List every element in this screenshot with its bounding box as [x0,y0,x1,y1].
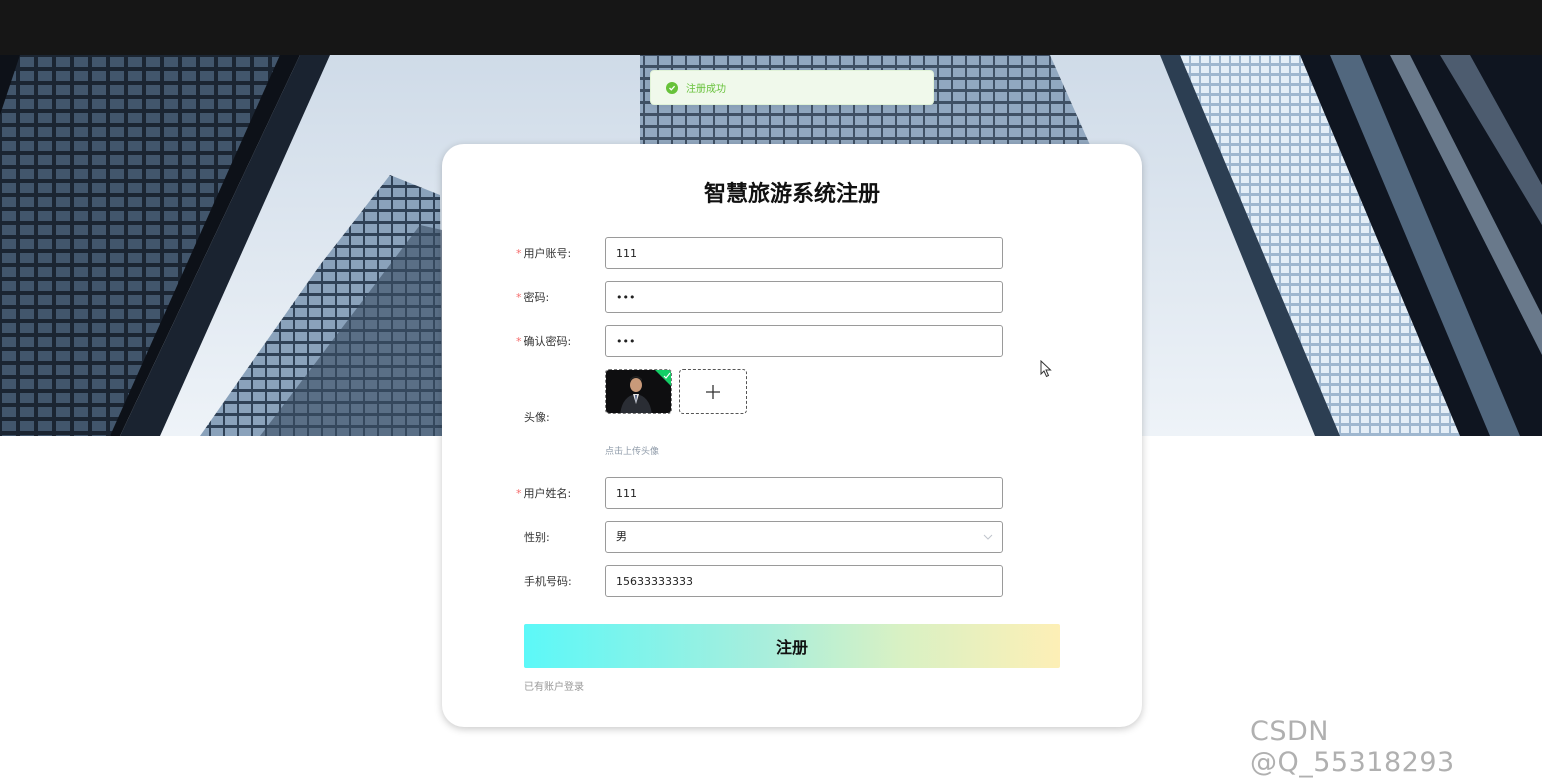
name-input[interactable] [605,477,1003,509]
phone-label: 手机号码: [524,575,572,588]
required-mark: * [516,487,522,500]
watermark: CSDN @Q_55318293 [1250,716,1455,778]
gender-label: 性别: [524,531,550,544]
required-mark: * [516,335,522,348]
phone-input[interactable] [605,565,1003,597]
account-label: * 用户账号: [516,247,572,260]
name-label: * 用户姓名: [516,487,572,500]
account-input[interactable] [605,237,1003,269]
avatar-upload-hint: 点击上传头像 [605,447,660,457]
avatar-label: 头像: [524,411,550,424]
login-link[interactable]: 已有账户登录 [524,678,584,693]
register-button[interactable]: 注册 [524,624,1060,668]
gender-select[interactable]: 男 [605,521,1003,553]
password-input[interactable] [605,281,1003,313]
password-label: * 密码: [516,291,550,304]
confirm-password-input[interactable] [605,325,1003,357]
success-toast: 注册成功 [650,70,934,105]
gender-select-value: 男 [616,530,627,543]
avatar-thumbnail[interactable] [605,369,672,414]
check-circle-icon [666,81,678,94]
mouse-cursor-icon [1040,359,1052,382]
register-card: 智慧旅游系统注册 *用户账号: *密码: *确认密码: 头像: 点击上传头像 [442,144,1142,727]
confirm-password-label: * 确认密码: [516,335,572,348]
required-mark: * [516,247,522,260]
avatar-upload-button[interactable] [679,369,747,414]
plus-icon [706,384,720,399]
page-title: 智慧旅游系统注册 [703,182,880,207]
chevron-down-icon [983,533,993,543]
toast-message: 注册成功 [686,84,726,95]
top-bar [0,0,1542,55]
required-mark: * [516,291,522,304]
